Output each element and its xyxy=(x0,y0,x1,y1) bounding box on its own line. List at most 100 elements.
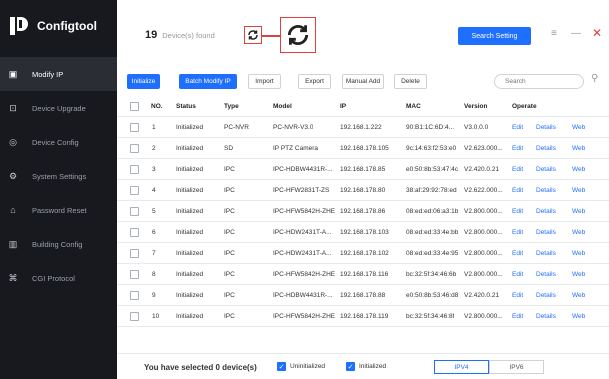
edit-link[interactable]: Edit xyxy=(512,201,523,221)
sidebar-item-modify-ip[interactable]: ▣ Modify IP xyxy=(0,57,117,91)
device-found-indicator: 19 Device(s) found xyxy=(145,29,215,41)
refresh-button[interactable] xyxy=(244,26,262,44)
edit-link[interactable]: Edit xyxy=(512,306,523,326)
details-link[interactable]: Details xyxy=(536,243,556,263)
search-input[interactable] xyxy=(494,74,584,89)
details-link[interactable]: Details xyxy=(536,306,556,326)
row-checkbox[interactable] xyxy=(130,207,139,216)
header-model: Model xyxy=(273,103,292,110)
sidebar-item-system-settings[interactable]: ⚙ System Settings xyxy=(0,159,117,193)
import-button[interactable]: Import xyxy=(248,74,281,89)
header-operate: Operate xyxy=(512,103,537,110)
initialize-button[interactable]: Initialize xyxy=(127,74,160,89)
details-link[interactable]: Details xyxy=(536,222,556,242)
search-icon[interactable]: ⚲ xyxy=(591,73,598,84)
manual-add-button[interactable]: Manual Add xyxy=(342,74,384,89)
table-row[interactable]: 4 Initialized IPC IPC-HFW2831T-ZS 192.168.17… xyxy=(117,180,609,201)
row-checkbox[interactable] xyxy=(130,249,139,258)
edit-link[interactable]: Edit xyxy=(512,117,523,137)
row-checkbox[interactable] xyxy=(130,312,139,321)
edit-link[interactable]: Edit xyxy=(512,243,523,263)
table-row[interactable]: 6 Initialized IPC IPC-HDW2431T-A... 192.168.… xyxy=(117,222,609,243)
menu-icon[interactable]: ≡ xyxy=(551,28,561,40)
web-link[interactable]: Web xyxy=(572,159,585,179)
row-checkbox[interactable] xyxy=(130,291,139,300)
sidebar-item-cgi-protocol[interactable]: ⌘ CGI Protocol xyxy=(0,261,117,295)
cell-no: 1 xyxy=(152,123,156,131)
cell-ip: 192.168.178.119 xyxy=(340,312,389,320)
web-link[interactable]: Web xyxy=(572,243,585,263)
web-link[interactable]: Web xyxy=(572,306,585,326)
uninitialized-label: Uninitialized xyxy=(290,363,326,370)
edit-link[interactable]: Edit xyxy=(512,264,523,284)
row-checkbox[interactable] xyxy=(130,186,139,195)
web-link[interactable]: Web xyxy=(572,117,585,137)
row-checkbox[interactable] xyxy=(130,144,139,153)
tab-ipv4[interactable]: IPV4 xyxy=(434,360,489,374)
footer: You have selected 0 device(s) ✓ Uninitia… xyxy=(117,353,609,379)
initialized-filter[interactable]: ✓ Initialized xyxy=(346,362,386,371)
edit-link[interactable]: Edit xyxy=(512,159,523,179)
tab-ipv6[interactable]: IPV6 xyxy=(489,360,544,374)
cell-ip: 192.168.178.85 xyxy=(340,165,386,173)
web-link[interactable]: Web xyxy=(572,264,585,284)
batch-modify-ip-button[interactable]: Batch Modify IP xyxy=(179,74,237,89)
details-link[interactable]: Details xyxy=(536,117,556,137)
web-link[interactable]: Web xyxy=(572,285,585,305)
close-icon[interactable]: ✕ xyxy=(592,26,602,40)
sidebar-item-label: Device Config xyxy=(32,137,79,147)
header-type: Type xyxy=(224,103,239,110)
row-checkbox[interactable] xyxy=(130,165,139,174)
search-setting-button[interactable]: Search Setting xyxy=(458,27,531,45)
initialized-label: Initialized xyxy=(359,363,387,370)
toolbar: Initialize Batch Modify IP Import Export… xyxy=(117,70,609,92)
minimize-icon[interactable]: — xyxy=(571,28,581,39)
table-row[interactable]: 3 Initialized IPC IPC-HDBW4431R-... 192.168.… xyxy=(117,159,609,180)
table-row[interactable]: 9 Initialized IPC IPC-HDBW4431R-... 192.168.… xyxy=(117,285,609,306)
edit-link[interactable]: Edit xyxy=(512,285,523,305)
web-link[interactable]: Web xyxy=(572,222,585,242)
cell-mac: bc:32:5f:34:46:8f xyxy=(406,312,455,320)
edit-link[interactable]: Edit xyxy=(512,138,523,158)
table-row[interactable]: 2 Initialized SD IP PTZ Camera 192.168.178.1… xyxy=(117,138,609,159)
header-ip: IP xyxy=(340,103,347,110)
details-link[interactable]: Details xyxy=(536,285,556,305)
sidebar-item-device-upgrade[interactable]: ⊡ Device Upgrade xyxy=(0,91,117,125)
table-row[interactable]: 5 Initialized IPC IPC-HFW5842H-ZHE 192.168.1… xyxy=(117,201,609,222)
sidebar-item-building-config[interactable]: ▥ Building Config xyxy=(0,227,117,261)
web-link[interactable]: Web xyxy=(572,201,585,221)
header-status: Status xyxy=(176,103,196,110)
cell-no: 3 xyxy=(152,165,156,173)
upgrade-icon: ⊡ xyxy=(9,102,17,113)
row-checkbox[interactable] xyxy=(130,270,139,279)
web-link[interactable]: Web xyxy=(572,138,585,158)
app-logo xyxy=(8,15,30,37)
details-link[interactable]: Details xyxy=(536,159,556,179)
cell-version: V2.800.000... xyxy=(464,249,503,257)
edit-link[interactable]: Edit xyxy=(512,180,523,200)
details-link[interactable]: Details xyxy=(536,201,556,221)
table-row[interactable]: 10 Initialized IPC IPC-HFW5842H-ZHE 192.168.… xyxy=(117,306,609,327)
edit-link[interactable]: Edit xyxy=(512,222,523,242)
details-link[interactable]: Details xyxy=(536,180,556,200)
sidebar-item-password-reset[interactable]: ⌂ Password Reset xyxy=(0,193,117,227)
web-link[interactable]: Web xyxy=(572,180,585,200)
row-checkbox[interactable] xyxy=(130,228,139,237)
cell-model: IPC-HDW2431T-A... xyxy=(273,228,332,236)
table-row[interactable]: 1 Initialized PC-NVR PC-NVR-V3.0 192.168.1.2… xyxy=(117,117,609,138)
delete-button[interactable]: Delete xyxy=(394,74,427,89)
details-link[interactable]: Details xyxy=(536,264,556,284)
uninitialized-filter[interactable]: ✓ Uninitialized xyxy=(277,362,325,371)
row-checkbox[interactable] xyxy=(130,123,139,132)
checkbox-checked-icon: ✓ xyxy=(346,362,355,371)
table-row[interactable]: 7 Initialized IPC IPC-HDW2431T-A... 192.168.… xyxy=(117,243,609,264)
select-all-checkbox[interactable] xyxy=(130,102,139,111)
cell-model: IPC-HFW5842H-ZHE xyxy=(273,270,336,278)
sidebar-item-device-config[interactable]: ◎ Device Config xyxy=(0,125,117,159)
brand: Configtool xyxy=(8,10,97,42)
cell-version: V2.800.000... xyxy=(464,312,503,320)
details-link[interactable]: Details xyxy=(536,138,556,158)
header-version: Version xyxy=(464,103,488,110)
table-row[interactable]: 8 Initialized IPC IPC-HFW5842H-ZHE 192.168.1… xyxy=(117,264,609,285)
export-button[interactable]: Export xyxy=(298,74,331,89)
